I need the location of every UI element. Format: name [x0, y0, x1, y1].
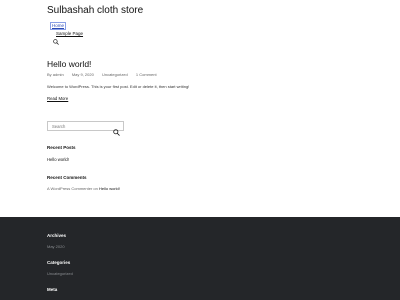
- recent-comments-heading: Recent Comments: [47, 175, 87, 180]
- archives-heading: Archives: [47, 233, 67, 238]
- archive-link[interactable]: May 2020: [47, 244, 65, 249]
- footer: Archives May 2020 Categories Uncategoriz…: [0, 217, 400, 300]
- menu-item-home[interactable]: Home: [49, 21, 67, 31]
- comment-connector: on: [93, 186, 98, 191]
- search-widget: [47, 121, 124, 136]
- site-title[interactable]: Sulbashah cloth store: [47, 5, 143, 16]
- search-input[interactable]: [48, 122, 110, 131]
- post-author[interactable]: By admin: [47, 72, 64, 77]
- category-link[interactable]: Uncategorized: [47, 271, 73, 276]
- post-category[interactable]: Uncategorized: [102, 72, 128, 77]
- search-icon[interactable]: [53, 39, 59, 45]
- categories-heading: Categories: [47, 260, 71, 265]
- meta-heading: Meta: [47, 287, 58, 292]
- post-excerpt: Welcome to WordPress. This is your first…: [47, 84, 190, 89]
- recent-comment: A WordPress Commenter on Hello world!: [47, 186, 125, 192]
- post-comments-link[interactable]: 1 Comment: [136, 72, 157, 77]
- comment-post-link[interactable]: Hello world!: [99, 186, 120, 191]
- post-meta: By admin May 9, 2020 Uncategorized 1 Com…: [47, 72, 164, 77]
- recent-post-link[interactable]: Hello world!: [47, 157, 69, 162]
- page: Sulbashah cloth store Home Sample Page H…: [0, 0, 400, 300]
- search-icon: [113, 128, 120, 136]
- read-more-link[interactable]: Read More: [47, 96, 68, 101]
- search-button[interactable]: [113, 124, 120, 136]
- menu-item-sample-page[interactable]: Sample Page: [56, 31, 83, 37]
- post-date[interactable]: May 9, 2020: [72, 72, 94, 77]
- comment-author[interactable]: A WordPress Commenter: [47, 186, 92, 191]
- recent-posts-heading: Recent Posts: [47, 145, 76, 150]
- post-title[interactable]: Hello world!: [47, 59, 91, 69]
